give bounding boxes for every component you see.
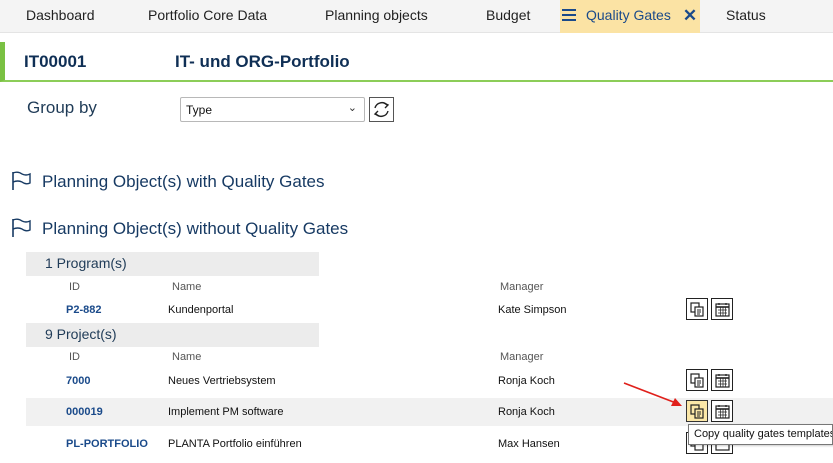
project-name: Implement PM software xyxy=(168,406,284,418)
copy-templates-icon xyxy=(690,404,704,419)
project-manager: Ronja Koch xyxy=(498,375,555,387)
project-id-link[interactable]: 000019 xyxy=(66,406,103,418)
portfolio-header: IT00001 IT- und ORG-Portfolio xyxy=(0,42,833,82)
flag-icon xyxy=(12,218,31,237)
program-manager: Kate Simpson xyxy=(498,304,567,316)
groupby-select[interactable]: Type ⌄ xyxy=(180,97,365,122)
project-name: PLANTA Portfolio einführen xyxy=(168,438,302,450)
section-without-quality-gates-label: Planning Object(s) without Quality Gates xyxy=(42,219,349,238)
tooltip: Copy quality gates templates xyxy=(688,424,833,445)
project-id-link[interactable]: PL-PORTFOLIO xyxy=(66,438,148,450)
tab-quality-gates-label: Quality Gates xyxy=(586,7,671,23)
groupby-value: Type xyxy=(186,103,213,117)
close-icon[interactable]: ✕ xyxy=(683,0,697,31)
project-manager: Max Hansen xyxy=(498,438,560,450)
refresh-button[interactable] xyxy=(369,97,394,122)
calendar-button[interactable] xyxy=(711,298,733,320)
section-with-quality-gates-label: Planning Object(s) with Quality Gates xyxy=(42,172,325,191)
groupby-label: Group by xyxy=(27,98,97,117)
program-id-link[interactable]: P2-882 xyxy=(66,304,101,316)
copy-templates-icon xyxy=(690,302,704,317)
refresh-icon xyxy=(373,102,390,117)
flag-icon xyxy=(12,171,31,190)
program-name: Kundenportal xyxy=(168,304,234,316)
portfolio-name: IT- und ORG-Portfolio xyxy=(175,52,350,71)
hamburger-menu-icon[interactable] xyxy=(562,9,576,22)
copy-templates-button[interactable] xyxy=(686,400,708,422)
calendar-icon xyxy=(715,303,730,317)
calendar-icon xyxy=(715,405,730,419)
projects-group-header[interactable]: 9 Project(s) xyxy=(26,323,319,347)
section-without-quality-gates[interactable]: Planning Object(s) without Quality Gates xyxy=(10,218,349,240)
annotation-arrow-icon xyxy=(623,382,682,406)
tab-portfolio-core-data[interactable]: Portfolio Core Data xyxy=(148,0,267,33)
calendar-button[interactable] xyxy=(711,400,733,422)
column-header-manager: Manager xyxy=(500,351,544,363)
column-header-manager: Manager xyxy=(500,281,544,293)
calendar-button[interactable] xyxy=(711,369,733,391)
copy-templates-button[interactable] xyxy=(686,298,708,320)
tab-planning-objects[interactable]: Planning objects xyxy=(325,0,428,33)
section-with-quality-gates[interactable]: Planning Object(s) with Quality Gates xyxy=(10,171,325,193)
tab-dashboard[interactable]: Dashboard xyxy=(26,0,95,33)
calendar-icon xyxy=(715,374,730,388)
project-id-link[interactable]: 7000 xyxy=(66,375,90,387)
tab-bar: Dashboard Portfolio Core Data Planning o… xyxy=(0,0,833,33)
chevron-down-icon: ⌄ xyxy=(347,102,357,114)
tab-status[interactable]: Status xyxy=(726,0,766,33)
tab-budget[interactable]: Budget xyxy=(486,0,530,33)
column-header-id: ID xyxy=(69,281,80,293)
column-header-name: Name xyxy=(172,281,202,293)
tab-quality-gates[interactable]: Quality Gates ✕ xyxy=(560,0,700,33)
column-header-name: Name xyxy=(172,351,202,363)
project-manager: Ronja Koch xyxy=(498,406,555,418)
column-header-id: ID xyxy=(69,351,80,363)
project-name: Neues Vertriebsystem xyxy=(168,375,276,387)
portfolio-id: IT00001 xyxy=(24,52,87,71)
programs-group-header[interactable]: 1 Program(s) xyxy=(26,252,319,276)
copy-templates-button[interactable] xyxy=(686,369,708,391)
copy-templates-icon xyxy=(690,373,704,388)
